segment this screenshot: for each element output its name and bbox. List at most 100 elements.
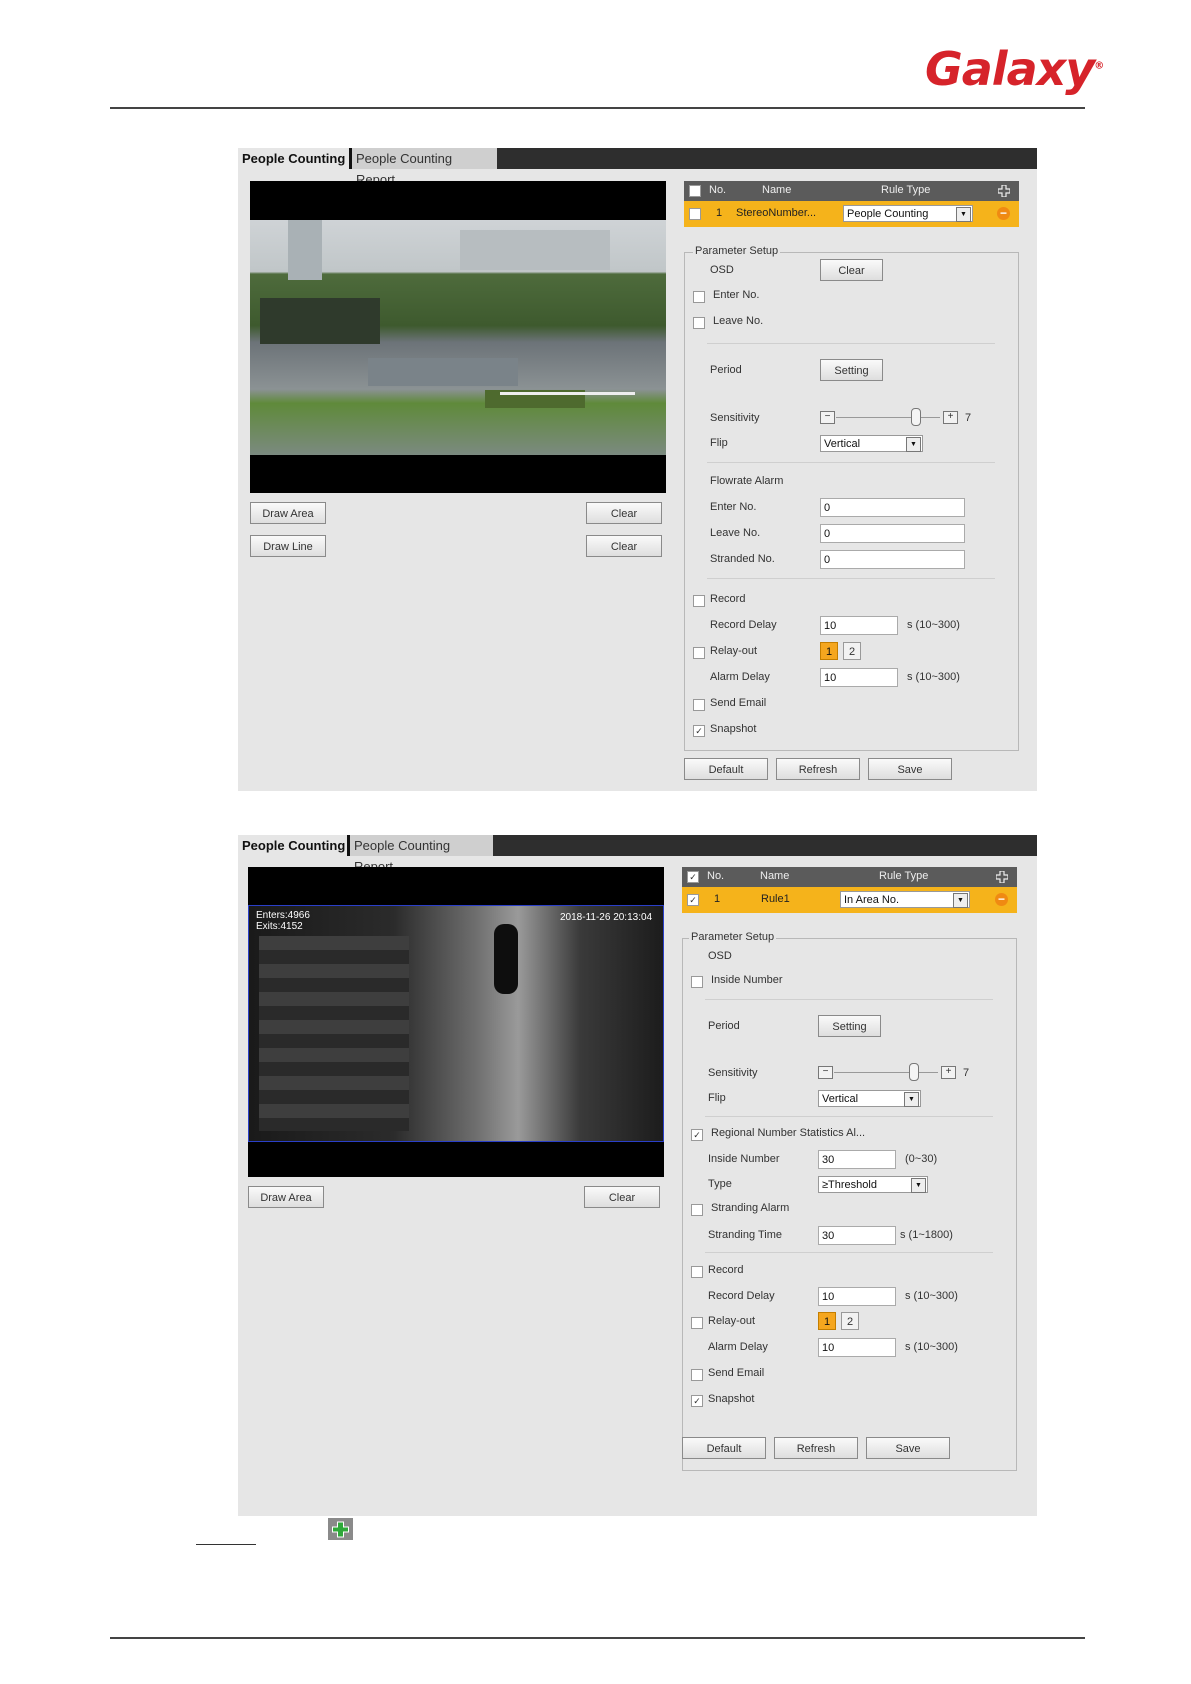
refresh-button[interactable]: Refresh bbox=[774, 1437, 858, 1459]
fa-enter-label: Enter No. bbox=[710, 501, 757, 513]
delete-rule-icon[interactable]: − bbox=[997, 207, 1010, 220]
osd-label: OSD bbox=[708, 950, 732, 962]
decrease-icon[interactable]: − bbox=[820, 411, 835, 424]
tab-people-counting-report[interactable]: People Counting Report bbox=[349, 148, 497, 187]
alarm-delay-input[interactable]: 10 bbox=[818, 1338, 896, 1357]
relay-1-button[interactable]: 1 bbox=[820, 642, 838, 660]
leave-no-checkbox[interactable] bbox=[693, 317, 705, 329]
rule-table: ✓ No. Name Rule Type ✓ 1 Rule1 In Area N… bbox=[682, 867, 1017, 914]
save-button[interactable]: Save bbox=[868, 758, 952, 780]
regional-stats-checkbox[interactable]: ✓ bbox=[691, 1129, 703, 1141]
live-video[interactable]: Enters:4966 Exits:4152 2018-11-26 20:13:… bbox=[248, 867, 664, 1177]
add-icon bbox=[328, 1518, 353, 1540]
inside-number-input[interactable]: 30 bbox=[818, 1150, 896, 1169]
send-email-checkbox[interactable] bbox=[691, 1369, 703, 1381]
sensitivity-slider[interactable]: − + bbox=[818, 1063, 958, 1081]
record-delay-input[interactable]: 10 bbox=[818, 1287, 896, 1306]
tab-bar: People Counting People Counting Report bbox=[238, 835, 1037, 874]
stranding-alarm-checkbox[interactable] bbox=[691, 1204, 703, 1216]
fa-stranded-input[interactable]: 0 bbox=[820, 550, 965, 569]
sensitivity-label: Sensitivity bbox=[710, 412, 760, 424]
alarm-delay-unit: s (10~300) bbox=[907, 671, 960, 683]
clear-area-button[interactable]: Clear bbox=[586, 502, 662, 524]
fa-enter-input[interactable]: 0 bbox=[820, 498, 965, 517]
enter-no-checkbox[interactable] bbox=[693, 291, 705, 303]
rule-type-select[interactable]: People Counting ▼ bbox=[843, 205, 973, 222]
select-all-checkbox[interactable]: ✓ bbox=[687, 871, 699, 883]
rule-row[interactable]: 1 StereoNumber... People Counting ▼ − bbox=[684, 201, 1019, 227]
period-setting-button[interactable]: Setting bbox=[820, 359, 883, 381]
col-no: No. bbox=[709, 184, 727, 196]
stranding-time-input[interactable]: 30 bbox=[818, 1226, 896, 1245]
sensitivity-slider[interactable]: − + bbox=[820, 408, 960, 426]
sensitivity-value: 7 bbox=[963, 1067, 970, 1079]
video-overlay-enters: Enters:4966 bbox=[256, 910, 310, 921]
tab-people-counting[interactable]: People Counting bbox=[238, 148, 357, 169]
rule-type-select[interactable]: In Area No. ▼ bbox=[840, 891, 970, 908]
parameter-setup-legend: Parameter Setup bbox=[693, 245, 781, 257]
flowrate-alarm-label: Flowrate Alarm bbox=[710, 475, 784, 487]
type-select[interactable]: ≥Threshold ▼ bbox=[818, 1176, 928, 1193]
osd-clear-button[interactable]: Clear bbox=[820, 259, 883, 281]
snapshot-checkbox[interactable]: ✓ bbox=[693, 725, 705, 737]
tab-people-counting-report[interactable]: People Counting Report bbox=[347, 835, 493, 874]
step-underline bbox=[196, 1544, 256, 1545]
select-all-checkbox[interactable] bbox=[689, 185, 701, 197]
send-email-label: Send Email bbox=[708, 1367, 765, 1379]
rule-no: 1 bbox=[716, 207, 723, 219]
fa-stranded-label: Stranded No. bbox=[710, 553, 775, 565]
relay-2-button[interactable]: 2 bbox=[841, 1312, 859, 1330]
rule-table-header: No. Name Rule Type bbox=[684, 181, 1019, 201]
regional-stats-label: Regional Number Statistics Al... bbox=[711, 1127, 866, 1139]
flip-select[interactable]: Vertical ▼ bbox=[820, 435, 923, 452]
col-name: Name bbox=[762, 184, 792, 196]
rule-name[interactable]: Rule1 bbox=[761, 893, 790, 905]
relay-out-checkbox[interactable] bbox=[693, 647, 705, 659]
default-button[interactable]: Default bbox=[682, 1437, 766, 1459]
snapshot-label: Snapshot bbox=[708, 1393, 755, 1405]
record-checkbox[interactable] bbox=[691, 1266, 703, 1278]
relay-2-button[interactable]: 2 bbox=[843, 642, 861, 660]
live-video[interactable] bbox=[250, 181, 666, 493]
save-button[interactable]: Save bbox=[866, 1437, 950, 1459]
inside-number-checkbox[interactable] bbox=[691, 976, 703, 988]
period-setting-button[interactable]: Setting bbox=[818, 1015, 881, 1037]
send-email-checkbox[interactable] bbox=[693, 699, 705, 711]
decrease-icon[interactable]: − bbox=[818, 1066, 833, 1079]
rule-row-checkbox[interactable]: ✓ bbox=[687, 894, 699, 906]
draw-line-button[interactable]: Draw Line bbox=[250, 535, 326, 557]
increase-icon[interactable]: + bbox=[941, 1066, 956, 1079]
relay-1-button[interactable]: 1 bbox=[818, 1312, 836, 1330]
tab-people-counting[interactable]: People Counting bbox=[238, 835, 355, 856]
delete-rule-icon[interactable]: − bbox=[995, 893, 1008, 906]
sensitivity-value: 7 bbox=[965, 412, 972, 424]
refresh-button[interactable]: Refresh bbox=[776, 758, 860, 780]
clear-line-button[interactable]: Clear bbox=[586, 535, 662, 557]
people-counting-panel-1: People Counting People Counting Report D… bbox=[238, 148, 1037, 791]
divider bbox=[707, 343, 995, 344]
relay-out-checkbox[interactable] bbox=[691, 1317, 703, 1329]
record-checkbox[interactable] bbox=[693, 595, 705, 607]
increase-icon[interactable]: + bbox=[943, 411, 958, 424]
default-button[interactable]: Default bbox=[684, 758, 768, 780]
tab-bar: People Counting People Counting Report bbox=[238, 148, 1037, 187]
alarm-delay-input[interactable]: 10 bbox=[820, 668, 898, 687]
draw-area-button[interactable]: Draw Area bbox=[248, 1186, 324, 1208]
record-delay-input[interactable]: 10 bbox=[820, 616, 898, 635]
flip-select[interactable]: Vertical ▼ bbox=[818, 1090, 921, 1107]
snapshot-checkbox[interactable]: ✓ bbox=[691, 1395, 703, 1407]
draw-area-button[interactable]: Draw Area bbox=[250, 502, 326, 524]
rule-table-header: ✓ No. Name Rule Type bbox=[682, 867, 1017, 887]
rule-name[interactable]: StereoNumber... bbox=[736, 207, 816, 219]
rule-row-checkbox[interactable] bbox=[689, 208, 701, 220]
add-rule-icon[interactable] bbox=[996, 871, 1008, 883]
slider-knob[interactable] bbox=[911, 408, 921, 426]
divider bbox=[707, 578, 995, 579]
add-rule-icon[interactable] bbox=[998, 185, 1010, 197]
fa-leave-input[interactable]: 0 bbox=[820, 524, 965, 543]
rule-row[interactable]: ✓ 1 Rule1 In Area No. ▼ − bbox=[682, 887, 1017, 913]
slider-knob[interactable] bbox=[909, 1063, 919, 1081]
relay-out-label: Relay-out bbox=[710, 645, 758, 657]
clear-area-button[interactable]: Clear bbox=[584, 1186, 660, 1208]
rule-no: 1 bbox=[714, 893, 721, 905]
